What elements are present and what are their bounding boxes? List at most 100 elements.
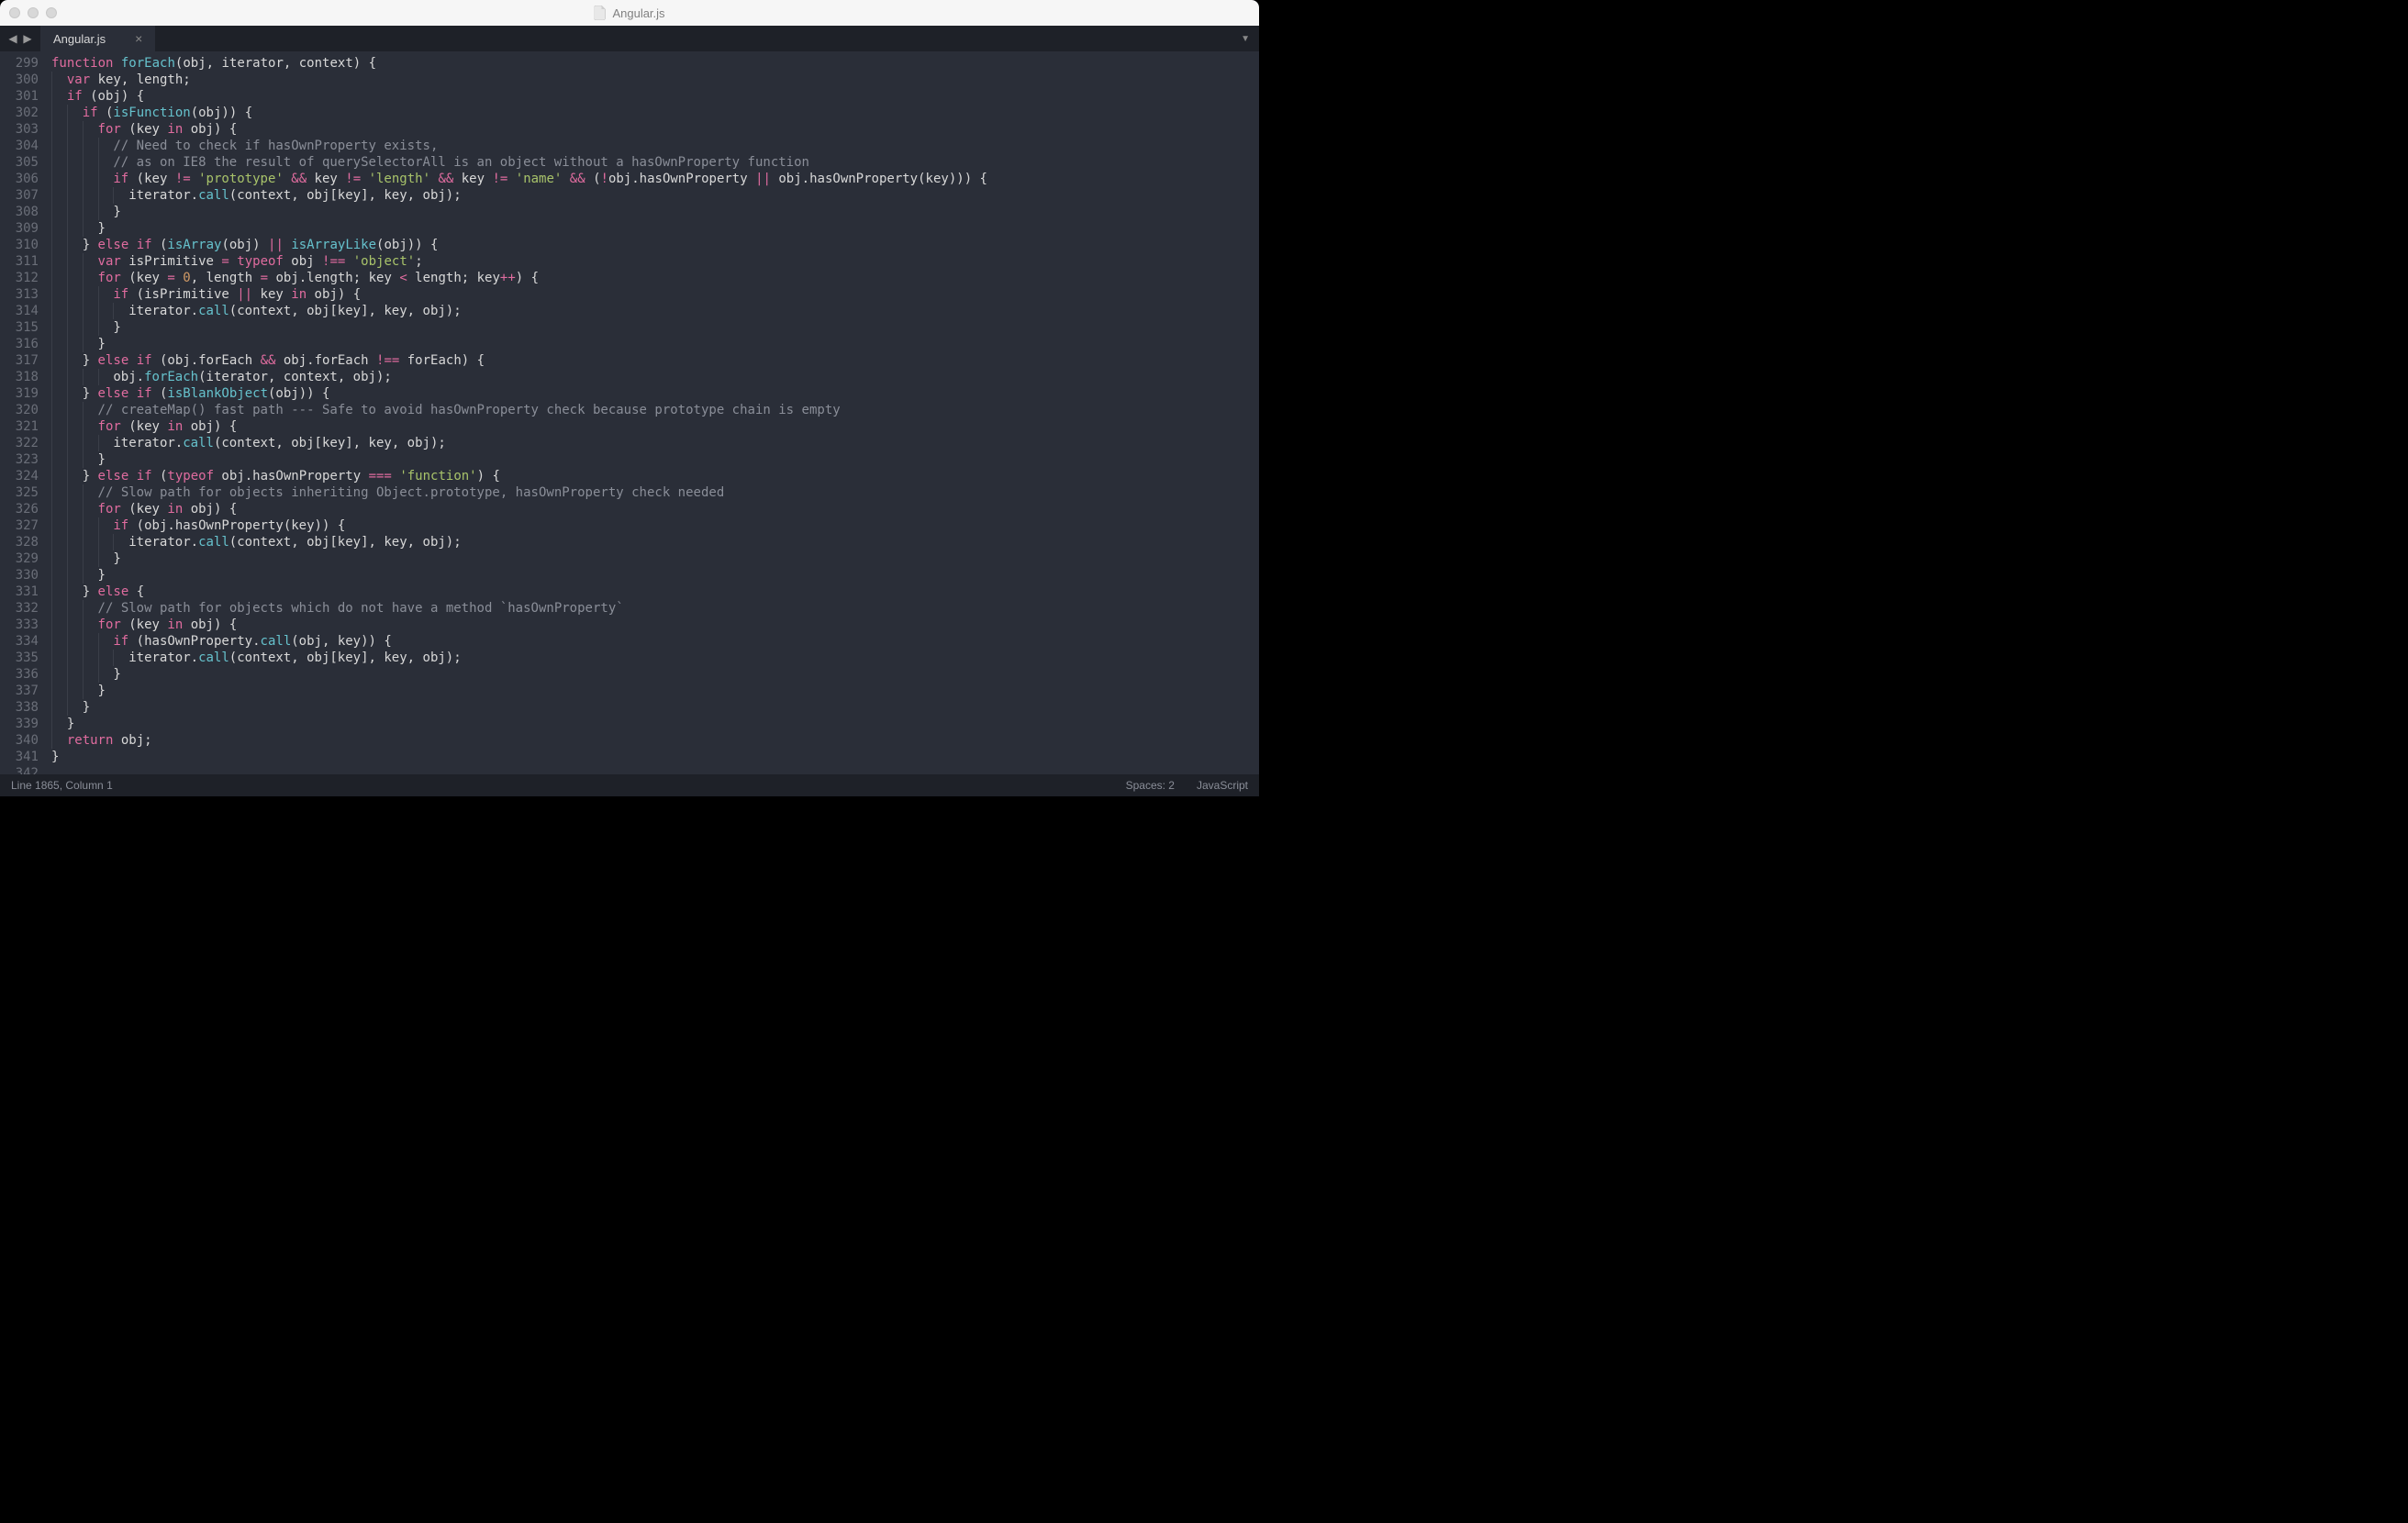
line-number: 325 (0, 484, 39, 501)
line-number: 311 (0, 253, 39, 270)
line-number: 319 (0, 385, 39, 402)
line-number: 340 (0, 732, 39, 749)
code-line[interactable]: } (51, 220, 1259, 237)
language-mode[interactable]: JavaScript (1197, 779, 1248, 792)
line-number: 328 (0, 534, 39, 550)
code-line[interactable]: for (key in obj) { (51, 121, 1259, 138)
code-line[interactable]: // createMap() fast path --- Safe to avo… (51, 402, 1259, 418)
code-line[interactable]: iterator.call(context, obj[key], key, ob… (51, 650, 1259, 666)
line-number: 321 (0, 418, 39, 435)
line-number: 335 (0, 650, 39, 666)
code-line[interactable]: // Slow path for objects inheriting Obje… (51, 484, 1259, 501)
tab-label: Angular.js (53, 32, 106, 46)
line-number: 307 (0, 187, 39, 204)
line-number: 306 (0, 171, 39, 187)
line-number: 299 (0, 55, 39, 72)
code-line[interactable]: } else if (isArray(obj) || isArrayLike(o… (51, 237, 1259, 253)
code-line[interactable]: } (51, 666, 1259, 683)
line-number: 330 (0, 567, 39, 584)
code-line[interactable]: return obj; (51, 732, 1259, 749)
window-title-text: Angular.js (612, 6, 664, 20)
code-line[interactable]: } (51, 336, 1259, 352)
tab-angular-js[interactable]: Angular.js × (40, 26, 156, 51)
code-line[interactable]: for (key in obj) { (51, 418, 1259, 435)
line-number: 337 (0, 683, 39, 699)
code-line[interactable]: // Slow path for objects which do not ha… (51, 600, 1259, 617)
code-line[interactable]: var isPrimitive = typeof obj !== 'object… (51, 253, 1259, 270)
minimize-window-button[interactable] (28, 7, 39, 18)
code-line[interactable]: function forEach(obj, iterator, context)… (51, 55, 1259, 72)
code-line[interactable]: if (obj.hasOwnProperty(key)) { (51, 517, 1259, 534)
line-number: 332 (0, 600, 39, 617)
tabbar-menu[interactable]: ▼ (1232, 26, 1259, 51)
tab-close-button[interactable]: × (135, 31, 142, 46)
window-title: Angular.js (594, 6, 664, 20)
code-line[interactable]: if (isFunction(obj)) { (51, 105, 1259, 121)
code-line[interactable]: if (obj) { (51, 88, 1259, 105)
line-number: 313 (0, 286, 39, 303)
code-line[interactable]: for (key = 0, length = obj.length; key <… (51, 270, 1259, 286)
cursor-position[interactable]: Line 1865, Column 1 (11, 779, 113, 792)
line-number: 334 (0, 633, 39, 650)
close-window-button[interactable] (9, 7, 20, 18)
file-icon (594, 6, 607, 20)
line-number: 303 (0, 121, 39, 138)
line-number: 308 (0, 204, 39, 220)
code-line[interactable]: } (51, 716, 1259, 732)
line-number: 336 (0, 666, 39, 683)
line-number: 341 (0, 749, 39, 765)
code-line[interactable]: } (51, 749, 1259, 765)
line-number: 301 (0, 88, 39, 105)
code-line[interactable]: } (51, 567, 1259, 584)
line-number: 338 (0, 699, 39, 716)
line-number: 326 (0, 501, 39, 517)
editor-window: Angular.js ◀ ▶ Angular.js × ▼ 2993003013… (0, 0, 1259, 796)
code-line[interactable]: obj.forEach(iterator, context, obj); (51, 369, 1259, 385)
code-line[interactable]: for (key in obj) { (51, 617, 1259, 633)
statusbar: Line 1865, Column 1 Spaces: 2 JavaScript (0, 774, 1259, 796)
nav-forward-button[interactable]: ▶ (20, 32, 35, 45)
line-number: 333 (0, 617, 39, 633)
code-line[interactable] (51, 765, 1259, 774)
code-line[interactable]: } else if (typeof obj.hasOwnProperty ===… (51, 468, 1259, 484)
code-line[interactable]: } (51, 204, 1259, 220)
code-line[interactable]: } else if (obj.forEach && obj.forEach !=… (51, 352, 1259, 369)
code-editor[interactable]: 2993003013023033043053063073083093103113… (0, 51, 1259, 774)
code-content[interactable]: function forEach(obj, iterator, context)… (51, 51, 1259, 774)
code-line[interactable]: if (hasOwnProperty.call(obj, key)) { (51, 633, 1259, 650)
code-line[interactable]: iterator.call(context, obj[key], key, ob… (51, 303, 1259, 319)
indentation-setting[interactable]: Spaces: 2 (1126, 779, 1175, 792)
tabbar: ◀ ▶ Angular.js × ▼ (0, 26, 1259, 51)
line-number: 302 (0, 105, 39, 121)
window-controls (9, 7, 57, 18)
line-number: 327 (0, 517, 39, 534)
line-number: 315 (0, 319, 39, 336)
code-line[interactable]: } (51, 550, 1259, 567)
zoom-window-button[interactable] (46, 7, 57, 18)
code-line[interactable]: } else if (isBlankObject(obj)) { (51, 385, 1259, 402)
line-number: 342 (0, 765, 39, 774)
code-line[interactable]: } (51, 699, 1259, 716)
line-number: 310 (0, 237, 39, 253)
line-number: 304 (0, 138, 39, 154)
code-line[interactable]: } (51, 451, 1259, 468)
line-number: 312 (0, 270, 39, 286)
code-line[interactable]: } else { (51, 584, 1259, 600)
line-number: 305 (0, 154, 39, 171)
code-line[interactable]: var key, length; (51, 72, 1259, 88)
code-line[interactable]: iterator.call(context, obj[key], key, ob… (51, 435, 1259, 451)
code-line[interactable]: iterator.call(context, obj[key], key, ob… (51, 534, 1259, 550)
code-line[interactable]: if (isPrimitive || key in obj) { (51, 286, 1259, 303)
code-line[interactable]: // as on IE8 the result of querySelector… (51, 154, 1259, 171)
line-number: 323 (0, 451, 39, 468)
code-line[interactable]: } (51, 683, 1259, 699)
line-number: 339 (0, 716, 39, 732)
code-line[interactable]: for (key in obj) { (51, 501, 1259, 517)
line-number-gutter: 2993003013023033043053063073083093103113… (0, 51, 51, 774)
titlebar[interactable]: Angular.js (0, 0, 1259, 26)
code-line[interactable]: if (key != 'prototype' && key != 'length… (51, 171, 1259, 187)
code-line[interactable]: iterator.call(context, obj[key], key, ob… (51, 187, 1259, 204)
nav-back-button[interactable]: ◀ (6, 32, 20, 45)
code-line[interactable]: } (51, 319, 1259, 336)
code-line[interactable]: // Need to check if hasOwnProperty exist… (51, 138, 1259, 154)
